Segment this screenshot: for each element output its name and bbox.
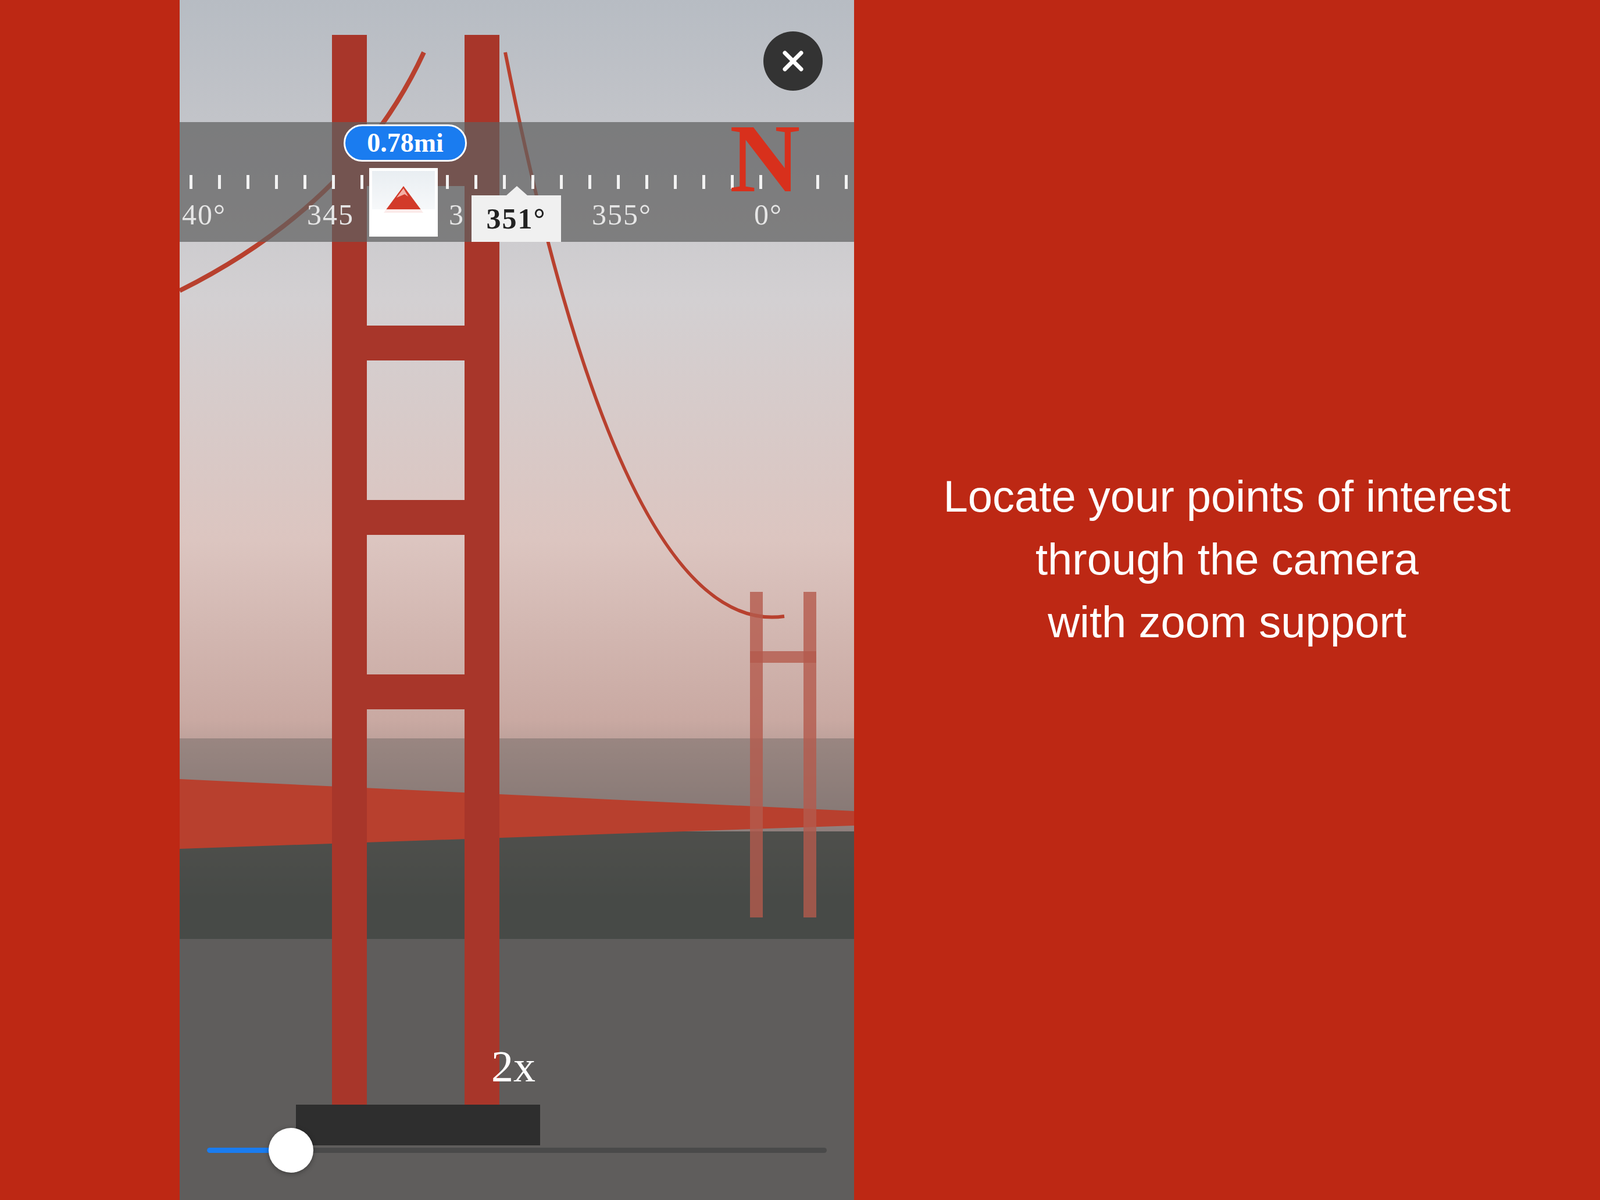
heading-indicator: 351° [471, 195, 562, 242]
compass-label: 3 [448, 200, 465, 230]
caption-line: Locate your points of interest [943, 465, 1512, 528]
zoom-slider[interactable] [206, 1147, 827, 1153]
caption-line: with zoom support [1047, 590, 1407, 654]
compass-label: 40° [181, 200, 227, 230]
compass-label: 345 [306, 200, 355, 230]
mountain-icon [372, 170, 435, 234]
zoom-slider-thumb[interactable] [268, 1127, 314, 1173]
distance-badge: 0.78mi [343, 124, 467, 162]
north-marker: N [729, 109, 800, 207]
caption-line: through the camera [1035, 527, 1419, 591]
compass-label: 355° [591, 200, 652, 230]
caption: Locate your points of interestthrough th… [943, 465, 1512, 654]
compass-strip[interactable]: 40°3453355°0°N351°0.78mi [179, 122, 855, 242]
caption-area: Locate your points of interestthrough th… [854, 0, 1600, 1200]
camera-screen: 40°3453355°0°N351°0.78mi2x [179, 0, 855, 1200]
close-button[interactable] [763, 31, 823, 91]
page: 40°3453355°0°N351°0.78mi2xLocate your po… [0, 0, 1600, 1200]
poi-marker[interactable] [369, 168, 438, 237]
zoom-label: 2x [491, 1044, 536, 1089]
close-icon [776, 44, 810, 78]
